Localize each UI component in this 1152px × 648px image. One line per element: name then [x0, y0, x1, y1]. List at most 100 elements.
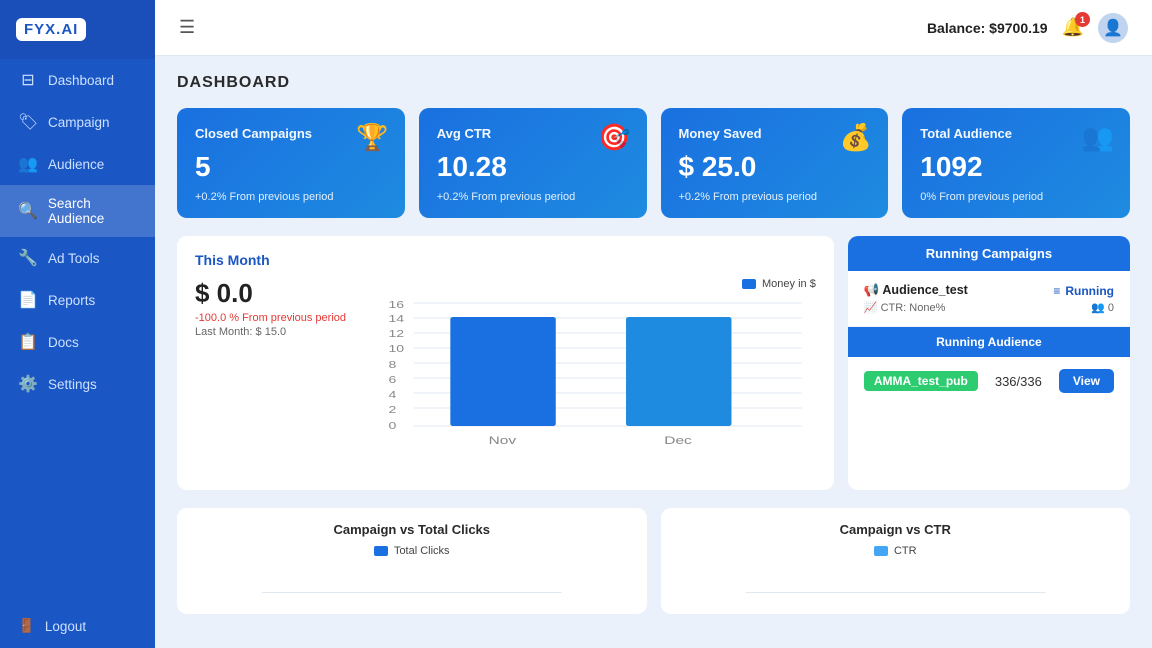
- bar-chart: 16 14 12 10 8 6 4 2 0: [366, 296, 816, 474]
- stat-card-value: 5: [195, 151, 387, 183]
- this-month-change: -100.0 % From previous period: [195, 312, 346, 324]
- campaign-info-left: 📢 Audience_test 📈 CTR: None%: [864, 283, 968, 314]
- svg-text:0: 0: [389, 420, 397, 431]
- sidebar-item-audience[interactable]: 👥 Audience: [0, 143, 155, 185]
- legend-dot: [374, 546, 388, 556]
- svg-text:Dec: Dec: [664, 434, 692, 446]
- sidebar-item-label: Ad Tools: [48, 251, 100, 266]
- sidebar-item-settings[interactable]: ⚙️ Settings: [0, 363, 155, 405]
- running-audience-header: Running Audience: [848, 327, 1130, 357]
- svg-text:10: 10: [389, 343, 405, 354]
- svg-text:8: 8: [389, 359, 397, 370]
- header-right: Balance: $9700.19 🔔 1 👤: [927, 13, 1128, 43]
- sidebar-item-label: Audience: [48, 157, 104, 172]
- svg-text:6: 6: [389, 374, 397, 385]
- svg-text:14: 14: [389, 313, 405, 324]
- stat-card-change: +0.2% From previous period: [679, 191, 871, 203]
- megaphone-icon: 📢: [864, 283, 880, 297]
- reports-icon: 📄: [18, 290, 38, 310]
- list-icon: ≡: [1053, 284, 1060, 298]
- chart-title: Campaign vs CTR: [677, 522, 1115, 537]
- sidebar-item-ad-tools[interactable]: 🔧 Ad Tools: [0, 237, 155, 279]
- balance-display: Balance: $9700.19: [927, 20, 1048, 36]
- this-month-title: This Month: [195, 252, 816, 268]
- legend-dot: [874, 546, 888, 556]
- sidebar-item-campaign[interactable]: 🏷 Campaign: [0, 101, 155, 143]
- running-campaigns-header: Running Campaigns: [848, 236, 1130, 271]
- money-icon: 💰: [840, 122, 872, 153]
- campaign-count: 👥 0: [1091, 301, 1114, 314]
- bar-chart-svg: 16 14 12 10 8 6 4 2 0: [366, 296, 816, 471]
- sidebar-item-label: Campaign: [48, 115, 110, 130]
- sidebar-item-label: Search Audience: [48, 196, 137, 226]
- this-month-last: Last Month: $ 15.0: [195, 326, 346, 338]
- this-month-amount: $ 0.0: [195, 278, 346, 309]
- audience-count: 336/336: [995, 374, 1042, 389]
- legend-label: Money in $: [762, 278, 816, 290]
- avatar-icon: 👤: [1103, 18, 1123, 38]
- view-button[interactable]: View: [1059, 369, 1114, 393]
- target-icon: 🎯: [598, 122, 630, 153]
- chart-legend: Money in $: [366, 278, 816, 290]
- header: ☰ Balance: $9700.19 🔔 1 👤: [155, 0, 1152, 56]
- svg-text:12: 12: [389, 328, 405, 339]
- sidebar-item-label: Reports: [48, 293, 95, 308]
- sidebar-item-reports[interactable]: 📄 Reports: [0, 279, 155, 321]
- sidebar-item-label: Dashboard: [48, 73, 114, 88]
- notification-badge: 1: [1075, 12, 1090, 27]
- stat-card-change: +0.2% From previous period: [437, 191, 629, 203]
- legend-dot-money: [742, 279, 756, 289]
- stat-card-change: 0% From previous period: [920, 191, 1112, 203]
- chart-legend: CTR: [677, 545, 1115, 557]
- sidebar: FYX.AI ⊟ Dashboard 🏷 Campaign 👥 Audience…: [0, 0, 155, 648]
- running-campaign-item: 📢 Audience_test 📈 CTR: None% ≡ Running: [848, 271, 1130, 327]
- ctr-chart-svg: [677, 557, 1115, 597]
- sidebar-item-label: Docs: [48, 335, 79, 350]
- campaign-status: ≡ Running: [1053, 284, 1114, 298]
- people-icon: 👥: [1091, 302, 1105, 314]
- sidebar-item-search-audience[interactable]: 🔍 Search Audience: [0, 185, 155, 237]
- logout-button[interactable]: 🚪 Logout: [0, 604, 155, 648]
- docs-icon: 📋: [18, 332, 38, 352]
- clicks-chart-svg: [193, 557, 631, 597]
- stat-card-avg-ctr: Avg CTR 🎯 10.28 +0.2% From previous peri…: [419, 108, 647, 218]
- stat-card-money-saved: Money Saved 💰 $ 25.0 +0.2% From previous…: [661, 108, 889, 218]
- hamburger-button[interactable]: ☰: [179, 17, 195, 38]
- stat-card-value: 10.28: [437, 151, 629, 183]
- people-icon: 👥: [1082, 122, 1114, 153]
- stat-cards-row: Closed Campaigns 🏆 5 +0.2% From previous…: [177, 108, 1130, 218]
- ad-tools-icon: 🔧: [18, 248, 38, 268]
- dashboard-icon: ⊟: [18, 70, 38, 90]
- logout-icon: 🚪: [18, 618, 35, 634]
- campaign-ctr: 📈 CTR: None%: [864, 301, 968, 314]
- svg-text:2: 2: [389, 404, 397, 415]
- sidebar-item-docs[interactable]: 📋 Docs: [0, 321, 155, 363]
- legend-label: Total Clicks: [394, 545, 450, 557]
- dashboard-content: DASHBOARD Closed Campaigns 🏆 5 +0.2% Fro…: [155, 56, 1152, 632]
- page-title: DASHBOARD: [177, 74, 1130, 92]
- stat-card-total-audience: Total Audience 👥 1092 0% From previous p…: [902, 108, 1130, 218]
- bottom-charts-row: Campaign vs Total Clicks Total Clicks Ca…: [177, 508, 1130, 614]
- svg-text:Nov: Nov: [489, 434, 517, 446]
- logout-label: Logout: [45, 619, 86, 634]
- this-month-card: This Month $ 0.0 -100.0 % From previous …: [177, 236, 834, 490]
- stat-card-value: $ 25.0: [679, 151, 871, 183]
- sidebar-item-label: Settings: [48, 377, 97, 392]
- search-icon: 🔍: [18, 201, 38, 221]
- svg-text:16: 16: [389, 299, 405, 310]
- chart-title: Campaign vs Total Clicks: [193, 522, 631, 537]
- notifications-button[interactable]: 🔔 1: [1062, 17, 1084, 38]
- stat-card-closed-campaigns: Closed Campaigns 🏆 5 +0.2% From previous…: [177, 108, 405, 218]
- settings-icon: ⚙️: [18, 374, 38, 394]
- logo: FYX.AI: [16, 18, 86, 41]
- running-campaigns-card: Running Campaigns 📢 Audience_test 📈 CTR:…: [848, 236, 1130, 490]
- legend-label: CTR: [894, 545, 917, 557]
- svg-text:4: 4: [389, 389, 397, 400]
- chart-legend: Total Clicks: [193, 545, 631, 557]
- running-audience-row: AMMA_test_pub 336/336 View: [848, 357, 1130, 405]
- header-left: ☰: [179, 17, 195, 38]
- campaign-icon: 🏷: [18, 112, 38, 132]
- sidebar-item-dashboard[interactable]: ⊟ Dashboard: [0, 59, 155, 101]
- audience-icon: 👥: [18, 154, 38, 174]
- avatar[interactable]: 👤: [1098, 13, 1128, 43]
